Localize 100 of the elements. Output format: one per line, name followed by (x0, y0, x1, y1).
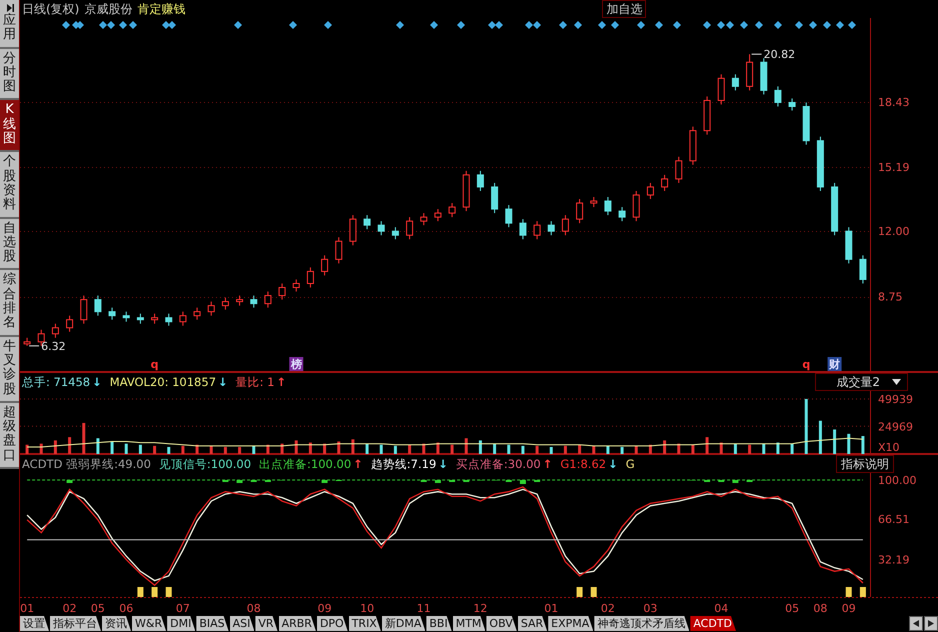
candlestick (420, 212, 428, 226)
indicator-tab[interactable]: ACDTD (690, 616, 736, 631)
indicator-tab[interactable]: VR (255, 616, 278, 631)
candlestick (689, 126, 696, 166)
period-label: 日线(复权) (22, 0, 80, 18)
volume-bar (153, 446, 156, 454)
indicator-help-button[interactable]: 指标说明 (836, 455, 894, 473)
volume-bar (196, 444, 199, 454)
indicator-tab[interactable]: ARBR (278, 616, 316, 631)
scroll-right-button[interactable] (924, 616, 938, 631)
candlestick (434, 208, 442, 222)
trend-arrow: ↓ (92, 375, 102, 389)
indicator-tab[interactable]: TRIX (348, 616, 381, 631)
volume-bar (294, 440, 298, 454)
volume-bar (210, 446, 213, 454)
candlestick (136, 313, 144, 324)
candlestick (52, 323, 59, 338)
candlestick (831, 182, 838, 236)
sidebar-tab[interactable]: 牛叉诊股 (0, 336, 19, 403)
volume-bar (224, 446, 227, 454)
indicator-tab[interactable]: ASI (230, 616, 254, 631)
candlestick (718, 74, 725, 105)
sidebar-tab[interactable]: 超级盘口 (0, 402, 19, 470)
indicator-tab[interactable]: BBI (426, 616, 452, 631)
sidebar-tab[interactable]: 应用 (0, 0, 19, 49)
candlestick (306, 266, 314, 288)
indicator-tab[interactable]: EXPMA (548, 616, 594, 631)
month-label: 06 (119, 602, 134, 615)
month-label: 04 (714, 602, 728, 615)
indicator-tab[interactable]: OBV (486, 616, 517, 631)
indicator-tab[interactable]: MTM (452, 616, 486, 631)
indicator-tab[interactable]: DMI (167, 616, 196, 631)
candlestick (24, 337, 31, 346)
indicator-stat: 见顶信号:100.00 (158, 456, 252, 472)
price-axis-label: 18.43 (878, 96, 910, 109)
volume-bar (663, 440, 666, 454)
indicator-tab[interactable]: BIAS (196, 616, 229, 631)
price-label: 20.82 (764, 48, 796, 62)
formula-name: 肯定赚钱 (137, 0, 186, 18)
candlestick (179, 311, 186, 326)
indicator-stat: ACDTD 强弱界线:49.00 (22, 456, 151, 472)
event-marker: 财 (829, 358, 840, 371)
sidebar-tab[interactable]: 个股资料 (0, 152, 19, 219)
candlestick (548, 220, 555, 236)
indicator-tab[interactable]: 指标平台 (50, 616, 101, 631)
candlestick (845, 226, 852, 264)
leader-line (751, 54, 762, 55)
candlestick (476, 170, 484, 192)
candlestick (194, 307, 201, 320)
left-triangle-icon (913, 620, 919, 627)
volume-bar (507, 444, 510, 454)
candlestick (562, 214, 569, 236)
month-label: 09 (842, 602, 856, 615)
month-label: 08 (813, 602, 828, 615)
volume-bar (550, 446, 553, 454)
month-label: 05 (785, 602, 800, 615)
indicator-tab[interactable]: 设置 (20, 616, 49, 631)
candlestick (292, 278, 300, 292)
indicator-tab[interactable]: W&R (132, 616, 166, 631)
indicator-tab[interactable]: DPO (316, 616, 348, 631)
volume-bar (323, 444, 326, 454)
add-watchlist-button[interactable]: 加自选 (602, 0, 646, 18)
candlestick (250, 295, 258, 308)
scroll-left-button[interactable] (909, 616, 923, 631)
volume-bar (861, 436, 864, 454)
indicator-dropdown[interactable]: 成交量2 (815, 373, 908, 391)
volume-bar (720, 442, 723, 454)
candlestick (760, 58, 768, 95)
candlestick (859, 254, 866, 284)
candlestick (222, 297, 229, 310)
month-label: 01 (20, 602, 34, 615)
candlestick (590, 196, 598, 208)
candlestick (732, 74, 739, 91)
volume-bar (110, 442, 114, 454)
candlestick (462, 170, 470, 212)
volume-bar (521, 446, 524, 454)
candlestick (704, 96, 711, 136)
volume-bar (26, 444, 29, 454)
sidebar-tab[interactable]: K线图 (0, 100, 19, 152)
volume-bar (450, 444, 454, 454)
volume-bar (677, 444, 680, 454)
trend-arrow: ↑ (353, 457, 363, 471)
indicator-tab[interactable]: 资讯 (102, 616, 131, 631)
indicator-tab[interactable]: 神奇逃顶术矛盾线 (594, 616, 690, 631)
volume-bar (493, 444, 496, 454)
candlestick (632, 190, 640, 222)
month-label: 02 (600, 602, 615, 615)
candlestick (675, 156, 682, 184)
volume-bar (706, 437, 709, 454)
volume-bar (564, 446, 567, 454)
volume-bar (648, 444, 652, 454)
indicator-tab[interactable]: SAR (518, 616, 548, 631)
candlestick (788, 98, 796, 112)
month-label: 07 (176, 602, 190, 615)
sidebar-tab[interactable]: 分时图 (0, 48, 19, 100)
volume-bar (337, 442, 340, 454)
sidebar-tab[interactable]: 自选股 (0, 218, 19, 270)
indicator-tab[interactable]: 新DMA (382, 616, 426, 631)
sidebar-tab[interactable]: 综合排名 (0, 270, 19, 337)
volume-bar (238, 446, 242, 454)
